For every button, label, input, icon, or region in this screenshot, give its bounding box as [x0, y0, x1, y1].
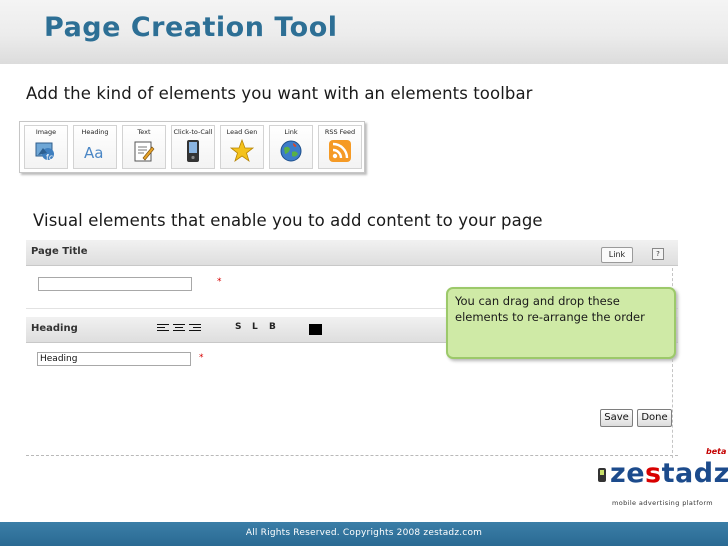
- toolbar-item-lead-gen[interactable]: Lead Gen: [220, 125, 264, 169]
- copyright-text: All Rights Reserved. Copyrights 2008 zes…: [245, 528, 483, 538]
- toolbar-item-label: Lead Gen: [226, 128, 258, 136]
- help-icon[interactable]: ?: [652, 248, 664, 260]
- toolbar-item-label: RSS Feed: [324, 128, 356, 136]
- toolbar-item-label: Heading: [81, 128, 109, 136]
- toolbar-item-label: Click-to-Call: [173, 128, 213, 136]
- globe-icon: [280, 140, 302, 162]
- toolbar-item-label: Link: [284, 128, 298, 136]
- zestadz-logo: beta zestadz mobile advertising platform: [596, 444, 728, 518]
- page-title-element-label: Page Title: [31, 246, 88, 257]
- toolbar-item-label: Image: [35, 128, 57, 136]
- text-icon: [134, 141, 155, 162]
- small-font-button[interactable]: S: [235, 322, 241, 332]
- toolbar-caption: Add the kind of elements you want with a…: [26, 84, 533, 103]
- toolbar-item-image[interactable]: Image fc: [24, 125, 68, 169]
- bold-button[interactable]: B: [269, 322, 276, 332]
- logo-wordmark: zestadz: [610, 458, 728, 489]
- heading-input[interactable]: Heading: [37, 352, 191, 366]
- drag-drop-callout: You can drag and drop these elements to …: [446, 287, 676, 359]
- required-marker: *: [199, 353, 204, 363]
- phone-icon: [187, 140, 199, 162]
- footer-bar: All Rights Reserved. Copyrights 2008 zes…: [0, 522, 728, 546]
- page-title-input[interactable]: [38, 277, 192, 291]
- phone-logo-icon: [598, 468, 606, 482]
- image-icon: fc: [35, 142, 54, 162]
- rss-icon: [329, 140, 351, 162]
- save-button[interactable]: Save: [600, 409, 633, 427]
- elements-toolbar: Image fc Heading Aa Text Click-to-Call L…: [19, 121, 365, 173]
- done-button[interactable]: Done: [637, 409, 672, 427]
- beta-badge: beta: [706, 447, 727, 456]
- page-title-element-bar[interactable]: Page Title Link ?: [26, 240, 678, 266]
- page-title: Page Creation Tool: [44, 12, 338, 43]
- toolbar-item-heading[interactable]: Heading Aa: [73, 125, 117, 169]
- large-font-button[interactable]: L: [252, 322, 258, 332]
- link-button[interactable]: Link: [601, 247, 633, 263]
- svg-text:Aa: Aa: [84, 144, 103, 162]
- toolbar-item-link[interactable]: Link: [269, 125, 313, 169]
- heading-element-label: Heading: [31, 323, 78, 334]
- toolbar-item-click-to-call[interactable]: Click-to-Call: [171, 125, 215, 169]
- editor-bottom-border: [26, 455, 678, 456]
- svg-text:fc: fc: [46, 153, 53, 162]
- logo-tagline: mobile advertising platform: [612, 499, 714, 507]
- visual-elements-caption: Visual elements that enable you to add c…: [33, 211, 543, 230]
- align-left-icon[interactable]: [157, 324, 169, 333]
- toolbar-item-text[interactable]: Text: [122, 125, 166, 169]
- slide-header: Page Creation Tool: [0, 0, 728, 64]
- align-center-icon[interactable]: [173, 324, 185, 333]
- heading-icon: Aa: [84, 144, 103, 162]
- star-icon: [230, 139, 254, 163]
- align-right-icon[interactable]: [189, 324, 201, 333]
- color-picker-swatch[interactable]: [309, 324, 322, 335]
- toolbar-item-label: Text: [137, 128, 151, 136]
- required-marker: *: [217, 277, 222, 287]
- toolbar-item-rss-feed[interactable]: RSS Feed: [318, 125, 362, 169]
